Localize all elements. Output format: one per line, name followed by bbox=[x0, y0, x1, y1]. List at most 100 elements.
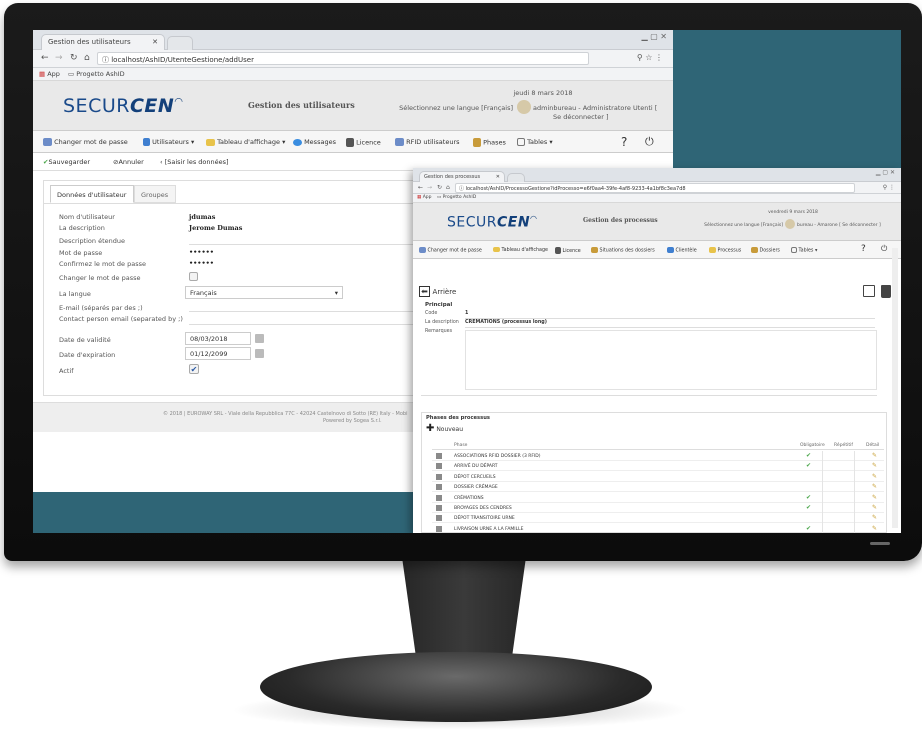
apps-icon[interactable]: ▦ bbox=[417, 195, 421, 200]
menu-rfid-users[interactable]: RFID utilisateurs bbox=[395, 138, 460, 146]
home-icon[interactable]: ⌂ bbox=[446, 184, 450, 191]
drag-handle-icon[interactable] bbox=[436, 525, 442, 532]
bookmark-apps[interactable]: App bbox=[423, 195, 432, 200]
reload-icon[interactable]: ↻ bbox=[437, 184, 442, 191]
description-value[interactable]: Jerome Dumas bbox=[189, 224, 242, 232]
table-row[interactable]: ARRIVÉ DU DÉPART ✔ ✎ bbox=[432, 461, 884, 472]
table-row[interactable]: DÉPOT CERCUEILS ✎ bbox=[432, 472, 884, 482]
menu-tables[interactable]: Tables ▾ bbox=[517, 138, 553, 146]
cancel-button[interactable]: ⊘Annuler bbox=[113, 158, 144, 166]
menu-messages[interactable]: Messages bbox=[293, 138, 336, 146]
apps-icon[interactable]: ▦ bbox=[39, 70, 45, 78]
save-button[interactable]: ✔Sauvegarder bbox=[43, 158, 90, 166]
menu-dashboard[interactable]: Tableau d'affichage bbox=[493, 247, 548, 253]
forward-icon[interactable]: → bbox=[427, 184, 432, 191]
edit-pencil-icon[interactable]: ✎ bbox=[872, 462, 877, 469]
username-value[interactable]: jdumas bbox=[189, 213, 215, 221]
menu-file-status[interactable]: Situations des dossiers bbox=[591, 247, 655, 254]
edit-pencil-icon[interactable]: ✎ bbox=[872, 514, 877, 521]
bookmark-project[interactable]: ▭ Progetto AshID bbox=[437, 195, 476, 200]
forward-icon[interactable]: → bbox=[55, 53, 63, 63]
edit-pencil-icon[interactable]: ✎ bbox=[872, 504, 877, 511]
table-row[interactable]: BROYAGES DES CENDRES ✔ ✎ bbox=[432, 503, 884, 513]
extensions-icon[interactable]: ⚲ ⋮ bbox=[883, 184, 895, 191]
menu-files[interactable]: Dossiers bbox=[751, 247, 780, 254]
language-selector[interactable]: Sélectionnez une langue [Français] bbox=[393, 104, 513, 112]
validity-date-input[interactable]: 08/03/2018 bbox=[185, 332, 251, 345]
menu-clients[interactable]: Clientèle bbox=[667, 247, 697, 254]
table-row[interactable]: DÉPOT TRANSITOIRE URNE ✎ bbox=[432, 513, 884, 524]
tab-close-icon[interactable]: ✕ bbox=[496, 174, 500, 180]
contact-email-field[interactable] bbox=[189, 324, 419, 325]
table-row[interactable]: DOSSIER CRÉMAGE ✎ bbox=[432, 482, 884, 493]
change-password-checkbox[interactable] bbox=[189, 272, 198, 281]
edit-pencil-icon[interactable]: ✎ bbox=[872, 525, 877, 532]
menu-processes[interactable]: Processus bbox=[709, 247, 741, 254]
edit-pencil-icon[interactable]: ✎ bbox=[872, 483, 877, 490]
col-phase[interactable]: Phase bbox=[454, 443, 467, 448]
tab-close-icon[interactable]: ✕ bbox=[152, 38, 158, 46]
window-controls[interactable]: ▁ ▢ ✕ bbox=[642, 32, 668, 41]
col-detail[interactable]: Détail bbox=[866, 443, 879, 448]
edit-pencil-icon[interactable]: ✎ bbox=[872, 473, 877, 480]
back-icon[interactable]: ← bbox=[41, 53, 49, 63]
help-button[interactable]: ? bbox=[621, 135, 627, 149]
back-button[interactable]: ⬅ Arrière bbox=[419, 286, 456, 297]
drag-handle-icon[interactable] bbox=[436, 494, 442, 501]
email-field[interactable] bbox=[189, 311, 419, 312]
menu-change-password[interactable]: Changer mot de passe bbox=[419, 247, 482, 254]
code-value[interactable]: 1 bbox=[465, 311, 468, 316]
expiration-date-input[interactable]: 01/12/2099 bbox=[185, 347, 251, 360]
menu-licence[interactable]: Licence bbox=[555, 247, 581, 254]
trash-icon[interactable] bbox=[881, 285, 891, 298]
new-phase-button[interactable]: ✚ Nouveau bbox=[426, 423, 463, 434]
tab-user-data[interactable]: Données d'utilisateur bbox=[50, 185, 134, 203]
table-row[interactable]: ASSOCIATIONS RFID DOSSIER (3 RFID) ✔ ✎ bbox=[432, 451, 884, 461]
col-mandatory[interactable]: Obligatoire bbox=[800, 443, 825, 448]
remarks-textarea[interactable] bbox=[465, 330, 877, 390]
drag-handle-icon[interactable] bbox=[436, 505, 442, 511]
tab-groups[interactable]: Groupes bbox=[134, 185, 176, 203]
extended-desc-field[interactable] bbox=[189, 244, 419, 245]
menu-dashboard[interactable]: Tableau d'affichage ▾ bbox=[206, 138, 285, 146]
menu-phases[interactable]: Phases bbox=[473, 138, 506, 147]
enter-data-button[interactable]: ‹ [Saisir les données] bbox=[160, 158, 229, 166]
calendar-icon[interactable] bbox=[255, 349, 264, 358]
logout-link[interactable]: Se déconnecter ] bbox=[553, 113, 653, 121]
menu-tables[interactable]: Tables ▾ bbox=[791, 247, 817, 254]
description-value[interactable]: CREMATIONS (processus long) bbox=[465, 320, 547, 325]
power-icon[interactable]: ⏻ bbox=[645, 135, 654, 149]
url-input[interactable]: ⓘ localhost/AshID/UtenteGestione/addUser bbox=[97, 52, 589, 65]
confirm-password-field[interactable]: •••••• bbox=[189, 259, 214, 267]
drag-handle-icon[interactable] bbox=[436, 484, 442, 491]
password-field[interactable]: •••••• bbox=[189, 248, 214, 256]
col-repetitive[interactable]: Répétitif bbox=[834, 443, 853, 448]
home-icon[interactable]: ⌂ bbox=[84, 53, 90, 63]
drag-handle-icon[interactable] bbox=[436, 515, 442, 522]
drag-handle-icon[interactable] bbox=[436, 453, 442, 459]
reload-icon[interactable]: ↻ bbox=[70, 53, 78, 63]
menu-change-password[interactable]: Changer mot de passe bbox=[43, 138, 128, 146]
description-field[interactable] bbox=[465, 327, 875, 328]
table-row[interactable]: LIVRAISON URNE A LA FAMILLE ✔ ✎ bbox=[432, 524, 884, 533]
menu-licence[interactable]: Licence bbox=[346, 138, 381, 147]
calendar-icon[interactable] bbox=[255, 334, 264, 343]
edit-pencil-icon[interactable]: ✎ bbox=[872, 494, 877, 501]
window-controls[interactable]: ▁ ▢ ✕ bbox=[876, 169, 895, 176]
edit-pencil-icon[interactable]: ✎ bbox=[872, 452, 877, 459]
power-icon[interactable]: ⏻ bbox=[881, 244, 887, 254]
url-input[interactable]: ⓘ localhost/AshID/ProcessoGestione?idPro… bbox=[455, 183, 855, 193]
scrollbar[interactable] bbox=[892, 248, 898, 528]
table-row[interactable]: CRÉMATIONS ✔ ✎ bbox=[432, 493, 884, 503]
browser-tab-processes[interactable]: Gestion des processus ✕ bbox=[419, 171, 505, 182]
bookmark-apps[interactable]: App bbox=[47, 70, 60, 78]
extensions-icon[interactable]: ⚲ ☆ ⋮ bbox=[637, 53, 663, 62]
code-field[interactable] bbox=[465, 318, 875, 319]
back-icon[interactable]: ← bbox=[418, 184, 423, 191]
save-icon[interactable] bbox=[863, 285, 875, 297]
menu-users[interactable]: Utilisateurs ▾ bbox=[143, 138, 194, 146]
drag-handle-icon[interactable] bbox=[436, 473, 442, 480]
help-button[interactable]: ? bbox=[861, 244, 866, 254]
browser-tab-users[interactable]: Gestion des utilisateurs ✕ bbox=[41, 34, 165, 50]
active-checkbox[interactable]: ✔ bbox=[189, 364, 199, 374]
